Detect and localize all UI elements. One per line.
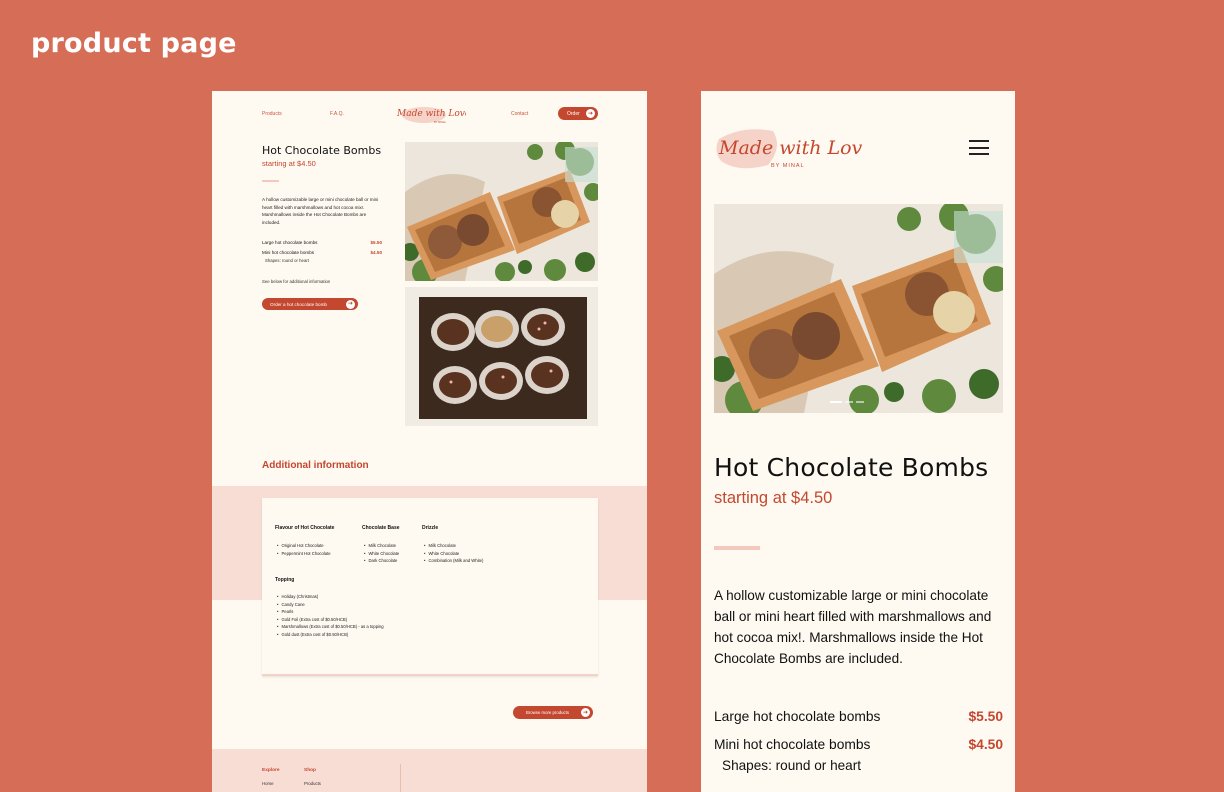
price-row-name: Mini hot chocolate bombs: [714, 737, 871, 752]
list-item: Holiday (Christmas): [277, 593, 384, 601]
nav-link-products[interactable]: Products: [262, 111, 282, 117]
base-list: Milk Chocolate White Chocolate Dark Choc…: [364, 542, 399, 565]
product-photo-hearts: [405, 287, 598, 426]
product-price: starting at $4.50: [262, 159, 316, 168]
order-bomb-button-label: Order a hot chocolate bomb: [270, 301, 327, 307]
price-row-value: $4.50: [370, 250, 383, 255]
carousel-dots[interactable]: [830, 401, 864, 403]
price-row-value: $5.50: [968, 709, 1003, 724]
price-row-name: Large hot chocolate bombs: [262, 240, 318, 245]
brand-logo[interactable]: Made with Love BY MINAL: [394, 101, 466, 127]
divider: [262, 180, 279, 182]
list-item: Combination (Milk and White): [424, 557, 483, 565]
price-row-value: $5.50: [370, 240, 383, 245]
product-description: A hollow customizable large or mini choc…: [714, 588, 992, 666]
list-item: Marshmallows (Extra cost of $0.50/HCB) -…: [277, 623, 383, 631]
list-item: Gold Foil (Extra cost of $0.50/HCB): [277, 616, 384, 624]
footer-shop-heading: Shop: [304, 768, 316, 773]
list-item: Dark Chocolate: [364, 557, 399, 565]
hamburger-menu-icon[interactable]: [969, 140, 989, 155]
arrow-right-icon: ➜: [586, 109, 595, 118]
product-photo-boxes: [405, 142, 598, 281]
base-heading: Chocolate Base: [362, 525, 400, 531]
topping-heading: Topping: [275, 577, 295, 583]
svg-text:Made with Love: Made with Love: [396, 109, 466, 119]
product-description: A hollow customizable large or mini choc…: [262, 197, 379, 225]
brand-logo[interactable]: Made with Love BY MINAL: [713, 117, 863, 173]
price-row: Mini hot chocolate bombs $4.50: [714, 737, 1003, 752]
browse-products-label: Browse more products: [526, 710, 569, 715]
svg-text:BY MINAL: BY MINAL: [434, 120, 447, 124]
footer-link-home[interactable]: Home: [262, 781, 273, 786]
arrow-right-icon: ➜: [581, 708, 590, 717]
additional-info-heading: Additional information: [262, 460, 369, 471]
drizzle-list: Milk Chocolate White Chocolate Combinati…: [424, 542, 483, 565]
topping-list: Holiday (Christmas) Candy Cane Pearls Go…: [277, 593, 384, 639]
page-title: product page: [31, 28, 237, 59]
product-title: Hot Chocolate Bombs: [262, 144, 382, 157]
product-price: starting at $4.50: [714, 489, 833, 507]
shapes-note: Shapes: round or heart: [265, 258, 309, 263]
svg-text:BY MINAL: BY MINAL: [771, 163, 805, 169]
nav-link-faq[interactable]: F.A.Q.: [330, 111, 344, 117]
shapes-note: Shapes: round or heart: [722, 758, 862, 773]
price-row-value: $4.50: [968, 737, 1003, 752]
svg-text:Made with Love: Made with Love: [718, 137, 863, 159]
order-bomb-button[interactable]: Order a hot chocolate bomb ➜: [262, 298, 358, 310]
price-row: Large hot chocolate bombs $5.50: [714, 709, 1003, 724]
browse-products-button[interactable]: Browse more products ➜: [513, 706, 593, 719]
list-item: Gold dust (Extra cost of $0.50/HCB): [277, 631, 384, 639]
list-item: White Chocolate: [364, 550, 399, 558]
divider: [714, 546, 760, 550]
price-row-name: Large hot chocolate bombs: [714, 709, 881, 724]
flavour-list: Original Hot Chocolate Peppermint Hot Ch…: [277, 542, 331, 558]
footer-link-products[interactable]: Products: [304, 781, 321, 786]
nav-link-contact[interactable]: Contact: [511, 111, 528, 117]
list-item: White Chocolate: [424, 550, 483, 558]
additional-info-card: Flavour of Hot Chocolate Original Hot Ch…: [262, 498, 598, 676]
footer-divider: [400, 764, 401, 792]
price-row: Large hot chocolate bombs $5.50: [262, 240, 382, 245]
arrow-right-icon: ➜: [346, 299, 355, 309]
list-item: Milk Chocolate: [364, 542, 399, 550]
list-item: Candy Cane: [277, 601, 384, 609]
list-item: Milk Chocolate: [424, 542, 483, 550]
see-below-note: See below for additional information: [262, 279, 331, 284]
footer: Explore Home Shop Products: [212, 749, 647, 792]
mobile-mockup: Made with Love BY MINAL Hot Chocolate Bo…: [701, 91, 1015, 792]
product-title: Hot Chocolate Bombs: [714, 453, 989, 482]
desktop-mockup: Products F.A.Q. Made with Love BY MINAL …: [212, 91, 647, 792]
price-row: Mini hot chocolate bombs $4.50: [262, 250, 382, 255]
product-photo-carousel[interactable]: [714, 204, 1003, 413]
drizzle-heading: Drizzle: [422, 525, 439, 531]
list-item: Pearls: [277, 608, 384, 616]
order-button[interactable]: Order ➜: [558, 107, 598, 120]
list-item: Original Hot Chocolate: [277, 542, 331, 550]
list-item: Peppermint Hot Chocolate: [277, 550, 330, 558]
footer-explore-heading: Explore: [262, 768, 280, 773]
flavour-heading: Flavour of Hot Chocolate: [275, 525, 335, 531]
price-row-name: Mini hot chocolate bombs: [262, 250, 315, 255]
order-button-label: Order: [567, 110, 580, 117]
